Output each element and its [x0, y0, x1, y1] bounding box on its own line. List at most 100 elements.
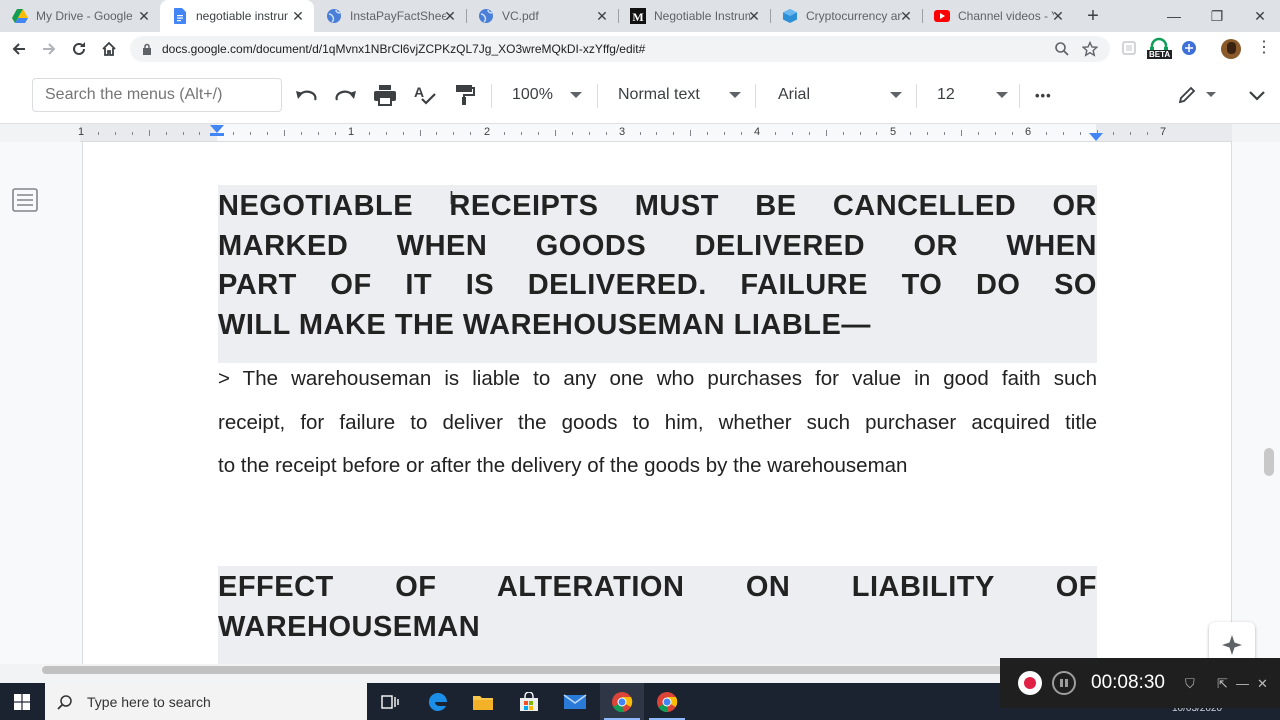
paragraph-warehouseman-liable[interactable]: > The warehouseman is liable to any one …	[218, 357, 1097, 488]
ruler-tick	[436, 132, 438, 135]
tab-vc-pdf[interactable]: VC.pdf ✕	[466, 0, 618, 32]
close-icon[interactable]: ✕	[898, 8, 914, 24]
chrome-menu-icon[interactable]: ⋮	[1256, 40, 1272, 56]
redo-button[interactable]	[334, 83, 358, 107]
close-icon[interactable]: ✕	[136, 8, 152, 24]
zoom-select[interactable]: 100%	[512, 83, 584, 107]
paint-format-button[interactable]	[453, 83, 477, 107]
close-icon[interactable]: ✕	[290, 8, 306, 24]
close-icon[interactable]: ✕	[442, 8, 458, 24]
right-indent-marker[interactable]	[1089, 133, 1103, 141]
minimize-button[interactable]: —	[1151, 0, 1197, 32]
google-drive-icon	[12, 8, 28, 24]
document-outline-icon[interactable]	[12, 188, 38, 212]
vertical-scrollbar[interactable]	[1264, 448, 1274, 476]
left-indent-marker[interactable]	[210, 125, 224, 133]
new-tab-button[interactable]: +	[1083, 6, 1103, 26]
home-button[interactable]	[97, 37, 121, 61]
start-button[interactable]	[0, 683, 44, 720]
tab-channel-videos[interactable]: Channel videos - Y ✕	[922, 0, 1074, 32]
ruler-number: 4	[753, 126, 761, 138]
window-close-button[interactable]: ✕	[1237, 0, 1280, 32]
taskbar-store[interactable]	[507, 683, 551, 720]
forward-button[interactable]	[37, 37, 61, 61]
ruler-tick	[588, 132, 590, 135]
heading-line: MARKED WHEN GOODS DELIVERED OR WHEN	[218, 229, 1097, 262]
taskbar-chrome-second[interactable]	[645, 683, 689, 720]
restore-button[interactable]: ❐	[1194, 0, 1240, 32]
tab-label: Cryptocurrency an	[806, 9, 902, 23]
font-size-select[interactable]: 12	[937, 83, 1009, 107]
print-button[interactable]	[373, 83, 397, 107]
close-icon[interactable]: ✕	[746, 8, 762, 24]
pause-button[interactable]	[1052, 671, 1076, 695]
reload-icon	[73, 42, 85, 55]
close-icon[interactable]: ✕	[594, 8, 610, 24]
taskbar-edge[interactable]	[416, 683, 460, 720]
toolbar-divider	[916, 84, 917, 108]
tab-separator	[466, 9, 467, 23]
tab-label: My Drive - Google	[36, 9, 132, 23]
tab-cryptocurrency[interactable]: Cryptocurrency an ✕	[770, 0, 922, 32]
chevron-down-icon	[570, 92, 582, 98]
ruler-tick	[1079, 132, 1081, 135]
ruler-tick	[385, 132, 387, 135]
tab-separator	[618, 9, 619, 23]
store-icon	[520, 691, 538, 711]
ruler-tick	[267, 132, 269, 135]
menu-search-input[interactable]	[32, 78, 282, 112]
ruler-number: 1	[77, 126, 85, 138]
tab-negotiable-instruments-medium[interactable]: M Negotiable Instrum ✕	[618, 0, 770, 32]
chevron-down-icon[interactable]	[1206, 92, 1216, 97]
ruler-tick	[1147, 132, 1149, 135]
first-line-indent-marker[interactable]	[210, 133, 224, 136]
collapse-toolbar-button[interactable]	[1245, 83, 1269, 107]
heading-negotiable-receipts[interactable]: NEGOTIABLE RECEIPTS MUST BE CANCELLED OR…	[218, 185, 1097, 363]
spellcheck-button[interactable]: A	[413, 83, 437, 107]
ruler-tick	[842, 132, 844, 135]
paragraph-style-select[interactable]: Normal text	[618, 83, 742, 107]
close-icon[interactable]: ✕	[1257, 676, 1268, 692]
more-tools-button[interactable]: •••	[1035, 83, 1059, 107]
tab-negotiable-instruments-doc[interactable]: negotiable instrum ✕	[160, 0, 314, 32]
ruler[interactable]: 1 1 2 3 4 5 6 7	[78, 124, 1232, 142]
horizontal-scrollbar[interactable]	[42, 666, 1042, 674]
avatar[interactable]	[1221, 39, 1241, 59]
back-button[interactable]	[7, 37, 31, 61]
docs-toolbar: A 100% Normal text Arial 12 •••	[0, 66, 1280, 124]
reload-button[interactable]	[67, 37, 91, 61]
zoom-icon[interactable]	[1054, 41, 1070, 57]
tab-instapay-factsheet[interactable]: InstaPayFactSheet ✕	[314, 0, 466, 32]
close-icon[interactable]: ✕	[1050, 8, 1066, 24]
record-stop-button[interactable]	[1018, 671, 1042, 695]
taskbar-search-box[interactable]: Type here to search	[45, 683, 367, 720]
reader-extension-icon[interactable]	[1121, 40, 1137, 56]
globe-icon	[326, 8, 342, 24]
ruler-tick	[978, 132, 980, 135]
url-field[interactable]: docs.google.com/document/d/1qMvnx1NBrCl6…	[130, 36, 1110, 62]
undo-button[interactable]	[294, 83, 318, 107]
ruler-number: 1	[347, 126, 355, 138]
tab-separator	[922, 9, 923, 23]
editing-mode-button[interactable]	[1174, 83, 1200, 107]
taskbar-file-explorer[interactable]	[461, 683, 505, 720]
tab-my-drive[interactable]: My Drive - Google ✕	[0, 0, 160, 32]
shield-icon[interactable]: ⛉	[1185, 676, 1195, 692]
chevron-down-icon	[729, 92, 741, 98]
medium-icon: M	[630, 8, 646, 24]
toolbar-divider	[1019, 84, 1020, 108]
heading-effect-of-alteration[interactable]: EFFECT OF ALTERATION ON LIABILITY OF WAR…	[218, 566, 1097, 664]
google-docs-icon	[172, 8, 188, 24]
task-view-button[interactable]	[368, 683, 412, 720]
popout-icon[interactable]: ⇱	[1217, 676, 1228, 692]
taskbar-chrome-active[interactable]	[600, 683, 644, 720]
sync-extension-icon[interactable]	[1181, 40, 1197, 56]
beta-extension-button[interactable]: BETA	[1146, 37, 1173, 61]
minimize-icon[interactable]: —	[1236, 676, 1249, 691]
font-select[interactable]: Arial	[778, 83, 904, 107]
bookmark-star-icon[interactable]	[1082, 41, 1098, 57]
tab-label: Negotiable Instrum	[654, 9, 750, 23]
ruler-tick	[724, 132, 726, 135]
taskbar-mail[interactable]	[553, 683, 597, 720]
ruler-tick	[419, 130, 421, 136]
